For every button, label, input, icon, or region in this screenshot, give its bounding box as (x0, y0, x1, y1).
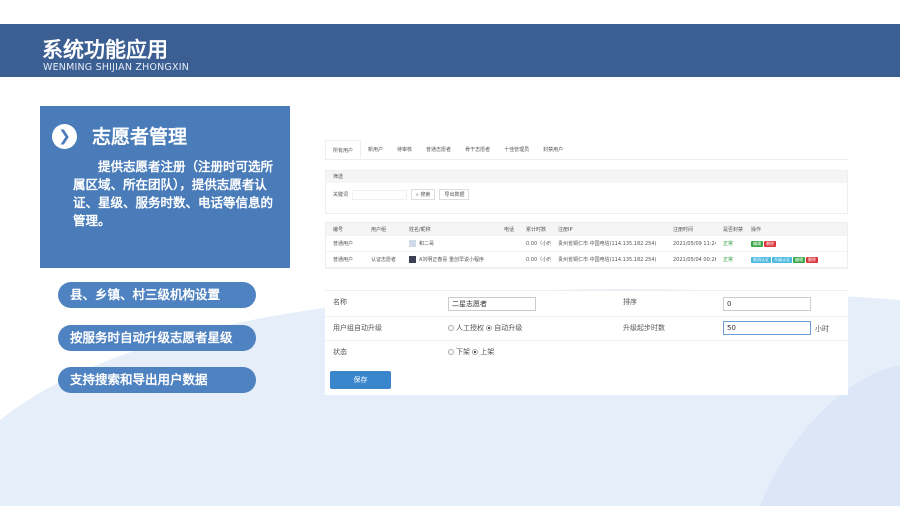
save-button[interactable]: 保存 (330, 371, 391, 389)
radio-label: 上架 (480, 348, 495, 356)
search-label: 搜索 (420, 192, 431, 198)
hours-label: 升级起步时数 (623, 324, 665, 332)
slide-subtitle: WENMING SHIJIAN ZHONGXIN (43, 62, 190, 73)
tab-bar: 所有用户 新用户 待审核 普通志愿者 骨干志愿者 十佳管理员 封禁用户 (325, 140, 848, 160)
cell-name: 和二哥 (402, 240, 497, 247)
radio-label: 人工授权 (456, 324, 484, 332)
radio-label: 自动升级 (494, 324, 523, 332)
slide-header: 系统功能应用 WENMING SHIJIAN ZHONGXIN (0, 24, 900, 77)
user-list-screenshot: 所有用户 新用户 待审核 普通志愿者 骨干志愿者 十佳管理员 封禁用户 筛选 关… (325, 140, 848, 269)
cell-group: 认证志愿者 (371, 257, 397, 263)
cell-time: 2021/05/04 00:26 (673, 256, 716, 263)
order-label: 排序 (623, 298, 637, 306)
cell-id: 普通用户 (333, 257, 354, 263)
divider (325, 340, 848, 341)
name-text: 和二哥 (419, 241, 435, 247)
radio-online[interactable] (472, 349, 479, 355)
edit-button[interactable]: 编辑 (793, 256, 805, 263)
cell-name: A刘明正春喜 重创早说小程序 (402, 256, 497, 263)
tab-top-admins[interactable]: 十佳管理员 (497, 140, 536, 159)
column-header: 用户组 (371, 226, 387, 233)
hours-unit: 小时 (815, 325, 829, 333)
highlight-pill: 按服务时自动升级志愿者星级 (58, 325, 256, 351)
avatar (409, 240, 416, 247)
status-label: 状态 (333, 348, 347, 356)
export-button[interactable]: 导出数据 (439, 189, 470, 200)
cell-actions: 编辑 删除 (744, 240, 847, 247)
tab-core-volunteers[interactable]: 骨干志愿者 (458, 140, 497, 159)
column-header: 累计时数 (526, 226, 547, 233)
radio-offline[interactable] (448, 349, 454, 355)
name-text: A刘明正春喜 重创早说小程序 (419, 257, 485, 263)
cell-hours: 0.00（小时） (526, 241, 551, 247)
upgrade-certify-button[interactable]: 升级认证 (772, 256, 792, 263)
hours-input[interactable]: 50 (723, 321, 811, 335)
name-label: 名称 (333, 298, 347, 306)
feature-panel: ❯ 志愿者管理 提供志愿者注册（注册时可选所属区域、所在团队），提供志愿者认证、… (40, 106, 290, 268)
cell-ip: 贵州省铜仁市 中国电信(114.135.182.254) (558, 241, 657, 247)
cell-hours: 0.00（小时） (526, 257, 551, 263)
radio-manual[interactable] (448, 325, 454, 331)
tab-normal-volunteers[interactable]: 普通志愿者 (419, 140, 458, 159)
keyword-label: 关键词 (333, 192, 349, 198)
tab-new-users[interactable]: 新用户 (361, 140, 390, 159)
table-row: 普通用户 认证志愿者 A刘明正春喜 重创早说小程序 0.00（小时） 贵州省铜仁… (326, 252, 847, 268)
table-row: 普通用户 和二哥 0.00（小时） 贵州省铜仁市 中国电信(114.135.18… (326, 236, 847, 252)
name-input[interactable]: 二星志愿者 (448, 297, 536, 311)
delete-button[interactable]: 删除 (764, 240, 776, 247)
avatar (409, 256, 416, 263)
cell-time: 2021/05/09 11:24 (673, 240, 716, 247)
column-header: 编号 (333, 226, 344, 233)
feature-title: 志愿者管理 (92, 126, 188, 148)
order-input[interactable]: 0 (723, 297, 811, 311)
user-table: 编号 用户组 姓名/昵称 电话 累计时数 注册IP 注册时间 是否封禁 操作 普… (325, 222, 848, 269)
keyword-input[interactable] (352, 189, 408, 200)
cancel-certify-button[interactable]: 取消认证 (751, 256, 771, 263)
chevron-right-icon: ❯ (52, 124, 77, 149)
tab-banned-users[interactable]: 封禁用户 (536, 140, 570, 159)
radio-auto[interactable] (486, 325, 493, 331)
table-header: 编号 用户组 姓名/昵称 电话 累计时数 注册IP 注册时间 是否封禁 操作 (326, 223, 847, 236)
slide-title: 系统功能应用 (42, 38, 168, 62)
delete-button[interactable]: 删除 (806, 256, 818, 263)
feature-description: 提供志愿者注册（注册时可选所属区域、所在团队），提供志愿者认证、星级、服务时数、… (73, 159, 274, 228)
radio-label: 下架 (456, 348, 470, 356)
filter-title: 筛选 (326, 171, 847, 183)
cell-actions: 取消认证 升级认证 编辑 删除 (744, 256, 847, 263)
cell-status: 正常 (723, 241, 734, 247)
column-header: 注册时间 (673, 226, 694, 233)
cell-status: 正常 (723, 257, 734, 263)
highlight-pill: 县、乡镇、村三级机构设置 (58, 282, 256, 308)
search-button[interactable]: ⌕ 搜索 (411, 189, 436, 200)
upgrade-label: 用户组自动升级 (333, 324, 382, 332)
highlight-pill: 支持搜索和导出用户数据 (58, 367, 256, 393)
status-radio-group: 下架 上架 (448, 347, 494, 357)
column-header: 姓名/昵称 (409, 226, 431, 233)
filter-box: 筛选 关键词 ⌕ 搜索 导出数据 (325, 170, 848, 214)
upgrade-radio-group: 人工授权 自动升级 (448, 323, 522, 333)
user-group-form: 名称 二星志愿者 排序 0 用户组自动升级 人工授权 自动升级 升级起步时数 5… (325, 290, 848, 395)
search-icon: ⌕ (416, 192, 419, 198)
edit-button[interactable]: 编辑 (751, 240, 763, 247)
column-header: 注册IP (558, 226, 573, 233)
column-header: 是否封禁 (723, 226, 744, 233)
column-header: 电话 (504, 226, 515, 233)
tab-all-users[interactable]: 所有用户 (325, 140, 362, 159)
cell-id: 普通用户 (333, 241, 354, 247)
cell-ip: 贵州省铜仁市 中国电信(114.135.182.254) (558, 257, 657, 263)
divider (325, 316, 848, 317)
tab-pending[interactable]: 待审核 (390, 140, 419, 159)
column-header: 操作 (751, 226, 762, 233)
